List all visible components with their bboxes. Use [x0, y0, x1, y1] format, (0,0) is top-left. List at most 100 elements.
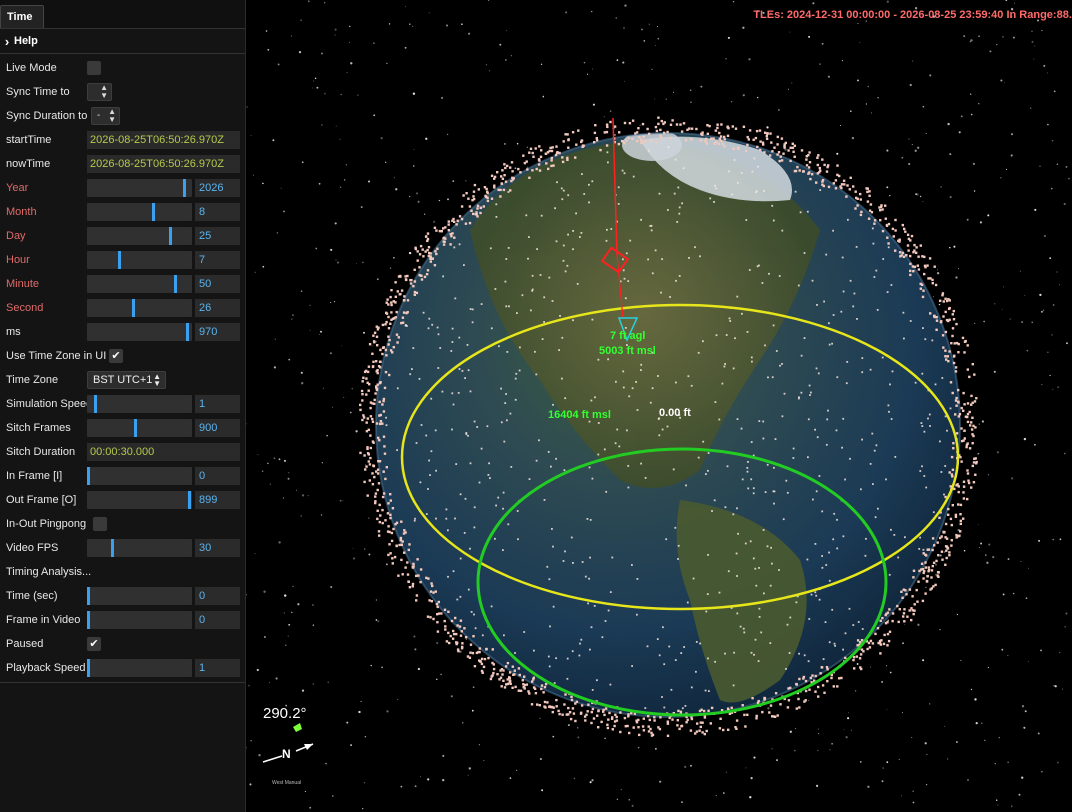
heading-readout: 290.2°: [263, 705, 307, 722]
paused-checkbox[interactable]: ✔: [87, 637, 101, 651]
frame-in-video-slider-thumb[interactable]: [87, 611, 90, 629]
time-sec-slider[interactable]: [87, 587, 192, 605]
frame-in-video-row: Frame in Video 0: [0, 608, 245, 632]
out-frame-label: Out Frame [O]: [6, 494, 77, 506]
help-toggle[interactable]: › Help: [0, 29, 245, 54]
in-frame-slider-thumb[interactable]: [87, 467, 90, 485]
out-frame-slider-thumb[interactable]: [188, 491, 191, 509]
live-mode-checkbox[interactable]: [87, 61, 101, 75]
timing-analysis-row[interactable]: Timing Analysis...: [0, 560, 245, 584]
video-fps-value[interactable]: 30: [195, 539, 240, 557]
start-time-input[interactable]: 2026-08-25T06:50:26.970Z: [87, 131, 240, 149]
hour-slider-thumb[interactable]: [118, 251, 121, 269]
month-label: Month: [6, 206, 37, 218]
in-frame-row: In Frame [I] 0: [0, 464, 245, 488]
paused-row: Paused ✔: [0, 632, 245, 656]
frame-in-video-label: Frame in Video: [6, 614, 81, 626]
playback-speed-slider[interactable]: [87, 659, 192, 677]
sitch-duration-row: Sitch Duration 00:00:30.000: [0, 440, 245, 464]
second-value[interactable]: 26: [195, 299, 240, 317]
in-out-pingpong-checkbox[interactable]: [93, 517, 107, 531]
sitch-frames-value[interactable]: 900: [195, 419, 240, 437]
year-label: Year: [6, 182, 29, 194]
tab-bar: Time: [0, 0, 245, 29]
second-slider[interactable]: [87, 299, 192, 317]
msl-label: 5003 ft msl: [599, 345, 656, 357]
time-sec-label: Time (sec): [6, 590, 58, 602]
check-icon: ✔: [89, 638, 99, 650]
sync-duration-label: Sync Duration to: [6, 110, 88, 122]
month-slider[interactable]: [87, 203, 192, 221]
simulation-speed-slider[interactable]: [87, 395, 192, 413]
month-value[interactable]: 8: [195, 203, 240, 221]
video-fps-slider[interactable]: [87, 539, 192, 557]
year-value[interactable]: 2026: [195, 179, 240, 197]
out-frame-row: Out Frame [O] 899: [0, 488, 245, 512]
time-sec-value[interactable]: 0: [195, 587, 240, 605]
hour-value[interactable]: 7: [195, 251, 240, 269]
out-frame-value[interactable]: 899: [195, 491, 240, 509]
time-zone-select[interactable]: BST UTC+1 ▲ ▼: [87, 371, 166, 389]
year-slider-thumb[interactable]: [183, 179, 186, 197]
hour-row: Hour 7: [0, 248, 245, 272]
help-label: Help: [14, 35, 38, 47]
simulation-speed-row: Simulation Speed 1: [0, 392, 245, 416]
day-slider[interactable]: [87, 227, 192, 245]
compass-north-label: N: [282, 747, 291, 761]
simulation-speed-value[interactable]: 1: [195, 395, 240, 413]
up-down-arrows-icon: ▲ ▼: [153, 372, 161, 388]
minute-slider-thumb[interactable]: [174, 275, 177, 293]
in-out-pingpong-label: In-Out Pingpong: [6, 518, 87, 530]
minute-value[interactable]: 50: [195, 275, 240, 293]
playback-speed-value[interactable]: 1: [195, 659, 240, 677]
in-frame-value[interactable]: 0: [195, 467, 240, 485]
use-time-zone-checkbox[interactable]: ✔: [109, 349, 123, 363]
video-fps-row: Video FPS 30: [0, 536, 245, 560]
ms-value[interactable]: 970: [195, 323, 240, 341]
timing-analysis-label[interactable]: Timing Analysis...: [6, 560, 91, 584]
sitch-duration-input[interactable]: 00:00:30.000: [87, 443, 240, 461]
sitch-frames-slider[interactable]: [87, 419, 192, 437]
month-slider-thumb[interactable]: [152, 203, 155, 221]
simulation-speed-label: Simulation Speed: [6, 398, 93, 410]
sitch-duration-label: Sitch Duration: [6, 446, 76, 458]
video-fps-slider-thumb[interactable]: [111, 539, 114, 557]
minute-label: Minute: [6, 278, 40, 290]
paused-label: Paused: [6, 638, 44, 650]
out-frame-slider[interactable]: [87, 491, 192, 509]
panel-bottom-border: [0, 682, 245, 683]
year-slider[interactable]: [87, 179, 192, 197]
time-panel: Time › Help Live Mode Sync Time to ▲ ▼ Sy…: [0, 0, 246, 812]
now-time-input[interactable]: 2026-08-25T06:50:26.970Z: [87, 155, 240, 173]
frame-in-video-value[interactable]: 0: [195, 611, 240, 629]
in-frame-slider[interactable]: [87, 467, 192, 485]
playback-speed-slider-thumb[interactable]: [87, 659, 90, 677]
simulation-speed-slider-thumb[interactable]: [94, 395, 97, 413]
sitch-frames-row: Sitch Frames 900: [0, 416, 245, 440]
ms-slider[interactable]: [87, 323, 192, 341]
frame-in-video-slider[interactable]: [87, 611, 192, 629]
hour-slider[interactable]: [87, 251, 192, 269]
sitch-frames-slider-thumb[interactable]: [134, 419, 137, 437]
compass-caption: West Manual: [272, 780, 302, 786]
day-slider-thumb[interactable]: [169, 227, 172, 245]
up-down-arrows-icon: ▲ ▼: [108, 107, 116, 124]
day-value[interactable]: 25: [195, 227, 240, 245]
tab-time[interactable]: Time: [0, 5, 44, 28]
minute-slider[interactable]: [87, 275, 192, 293]
time-sec-slider-thumb[interactable]: [87, 587, 90, 605]
ms-slider-thumb[interactable]: [186, 323, 189, 341]
time-sec-row: Time (sec) 0: [0, 584, 245, 608]
day-row: Day 25: [0, 224, 245, 248]
playback-speed-label: Playback Speed: [6, 662, 86, 674]
second-slider-thumb[interactable]: [132, 299, 135, 317]
playback-speed-row: Playback Speed 1: [0, 656, 245, 680]
chevron-right-icon: ›: [4, 33, 10, 49]
sync-time-select[interactable]: ▲ ▼: [87, 83, 112, 101]
ring-altitude-label: 16404 ft msl: [548, 409, 611, 421]
in-frame-label: In Frame [I]: [6, 470, 63, 482]
sync-duration-select[interactable]: - ▲ ▼: [91, 107, 120, 125]
minute-row: Minute 50: [0, 272, 245, 296]
ms-label: ms: [6, 326, 21, 338]
live-mode-row: Live Mode: [0, 56, 245, 80]
